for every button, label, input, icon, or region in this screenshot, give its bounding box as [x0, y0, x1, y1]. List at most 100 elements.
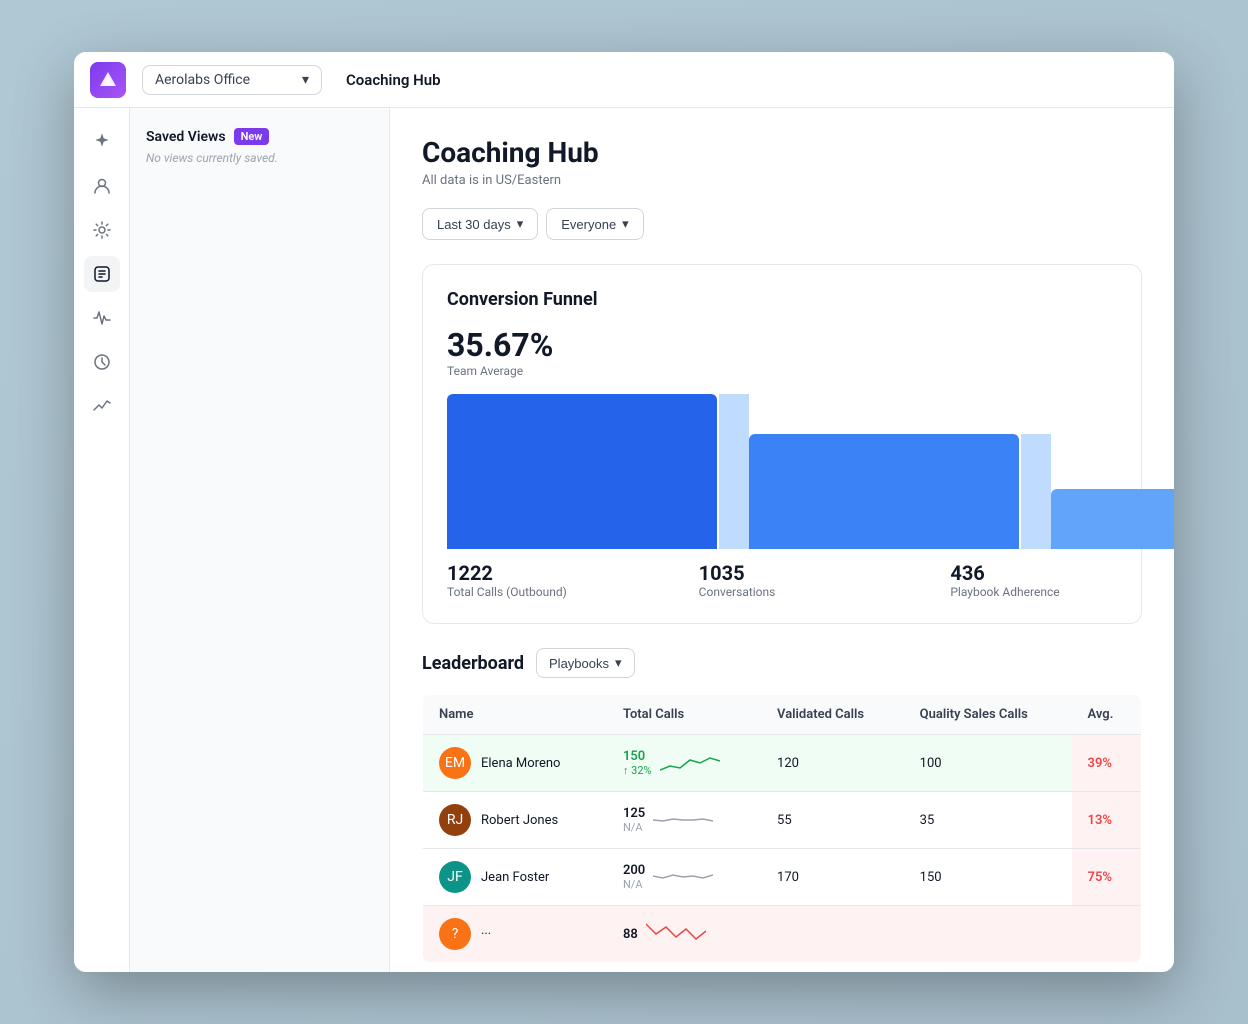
table-row: ? ··· 88	[423, 906, 1142, 963]
cell-validated: 55	[761, 792, 904, 849]
leaderboard-section: Leaderboard Playbooks ▾ Name Total Calls…	[422, 648, 1142, 963]
avatar: ?	[439, 918, 471, 950]
funnel-chart	[447, 394, 1117, 549]
cell-total-calls: 150 ↑ 32%	[607, 735, 761, 792]
saved-views-header: Saved Views New	[146, 128, 373, 145]
funnel-bar-group-2	[749, 394, 1051, 549]
date-filter[interactable]: Last 30 days ▾	[422, 208, 538, 240]
col-total-calls: Total Calls	[607, 695, 761, 735]
funnel-bar-2	[749, 434, 1019, 549]
sidebar-panel: Saved Views New No views currently saved…	[130, 108, 390, 972]
cell-avg: 39%	[1072, 735, 1142, 792]
content-area: Coaching Hub All data is in US/Eastern L…	[390, 108, 1174, 972]
funnel-team-avg-label: Team Average	[447, 364, 1117, 378]
table-row: RJ Robert Jones 125 N/A	[423, 792, 1142, 849]
cell-validated: 170	[761, 849, 904, 906]
saved-views-subtitle: No views currently saved.	[146, 151, 373, 165]
filters-row: Last 30 days ▾ Everyone ▾	[422, 208, 1142, 240]
avatar: RJ	[439, 804, 471, 836]
cell-name: RJ Robert Jones	[423, 792, 607, 849]
cell-quality	[904, 906, 1072, 963]
calls-number: 200	[623, 863, 645, 878]
leaderboard-title: Leaderboard	[422, 653, 524, 674]
workspace-label: Aerolabs Office	[155, 72, 250, 88]
funnel-bar-group-1	[447, 394, 749, 549]
name-cell: RJ Robert Jones	[439, 804, 591, 836]
page-title: Coaching Hub	[422, 136, 1142, 169]
cell-validated: 120	[761, 735, 904, 792]
table-header-row: Name Total Calls Validated Calls Quality…	[423, 695, 1142, 735]
app-window: Aerolabs Office ▾ Coaching Hub	[74, 52, 1174, 972]
funnel-stat-3-label: Playbook Adherence	[950, 585, 1117, 599]
calls-info: 150 ↑ 32%	[623, 749, 652, 777]
funnel-stat-1-value: 1222	[447, 561, 699, 585]
person-icon[interactable]	[84, 168, 120, 204]
funnel-stat-2-label: Conversations	[699, 585, 951, 599]
playbooks-filter[interactable]: Playbooks ▾	[536, 648, 635, 678]
app-logo	[90, 62, 126, 98]
col-validated: Validated Calls	[761, 695, 904, 735]
sparkline-chart	[653, 805, 713, 835]
avatar: JF	[439, 861, 471, 893]
person-name: ···	[481, 927, 491, 942]
funnel-stat-2: 1035 Conversations	[699, 561, 951, 599]
funnel-bar-1	[447, 394, 717, 549]
calls-cell: 125 N/A	[623, 805, 745, 835]
saved-views-title: Saved Views	[146, 129, 226, 145]
date-filter-label: Last 30 days	[437, 217, 511, 232]
playbooks-label: Playbooks	[549, 656, 609, 671]
table-row: EM Elena Moreno 150 ↑ 32%	[423, 735, 1142, 792]
person-name: Elena Moreno	[481, 756, 560, 771]
person-name: Robert Jones	[481, 813, 558, 828]
person-name: Jean Foster	[481, 870, 549, 885]
funnel-stat-2-value: 1035	[699, 561, 951, 585]
chevron-down-icon: ▾	[615, 655, 622, 671]
history-icon[interactable]	[84, 344, 120, 380]
name-cell: ? ···	[439, 918, 591, 950]
funnel-team-avg-pct: 35.67%	[447, 326, 1117, 364]
cell-total-calls: 88	[607, 906, 761, 963]
calls-number: 125	[623, 806, 645, 821]
funnel-bar-1-ghost	[719, 394, 749, 549]
trending-icon[interactable]	[84, 388, 120, 424]
cell-name: ? ···	[423, 906, 607, 963]
cell-quality: 100	[904, 735, 1072, 792]
audience-filter[interactable]: Everyone ▾	[546, 208, 643, 240]
trend-indicator: N/A	[623, 821, 645, 834]
gear-icon[interactable]	[84, 212, 120, 248]
coaching-icon[interactable]	[84, 256, 120, 292]
sparkles-icon[interactable]	[84, 124, 120, 160]
cell-avg	[1072, 906, 1142, 963]
new-badge: New	[234, 128, 270, 145]
sparkline-chart	[653, 862, 713, 892]
funnel-section-title: Conversion Funnel	[447, 289, 1117, 310]
calls-info: 200 N/A	[623, 863, 645, 891]
cell-name: JF Jean Foster	[423, 849, 607, 906]
avg-pct: 13%	[1088, 813, 1112, 828]
calls-cell: 200 N/A	[623, 862, 745, 892]
funnel-stat-1: 1222 Total Calls (Outbound)	[447, 561, 699, 599]
leaderboard-table: Name Total Calls Validated Calls Quality…	[422, 694, 1142, 963]
activity-icon[interactable]	[84, 300, 120, 336]
page-subtitle: All data is in US/Eastern	[422, 173, 1142, 188]
cell-quality: 150	[904, 849, 1072, 906]
trend-indicator: N/A	[623, 878, 645, 891]
workspace-selector[interactable]: Aerolabs Office ▾	[142, 65, 322, 95]
chevron-down-icon: ▾	[302, 72, 309, 88]
trend-indicator: ↑ 32%	[623, 764, 652, 777]
cell-total-calls: 125 N/A	[607, 792, 761, 849]
leaderboard-header: Leaderboard Playbooks ▾	[422, 648, 1142, 678]
sparkline-chart	[660, 748, 720, 778]
cell-name: EM Elena Moreno	[423, 735, 607, 792]
sparkline-chart	[646, 919, 706, 949]
sidebar-icons	[74, 108, 130, 972]
calls-cell: 150 ↑ 32%	[623, 748, 745, 778]
col-avg: Avg.	[1072, 695, 1142, 735]
calls-number: 150	[623, 749, 652, 764]
calls-number: 88	[623, 927, 638, 942]
avg-pct: 39%	[1088, 756, 1112, 771]
cell-quality: 35	[904, 792, 1072, 849]
funnel-bar-2-ghost	[1021, 434, 1051, 549]
cell-avg: 75%	[1072, 849, 1142, 906]
calls-cell: 88	[623, 919, 745, 949]
